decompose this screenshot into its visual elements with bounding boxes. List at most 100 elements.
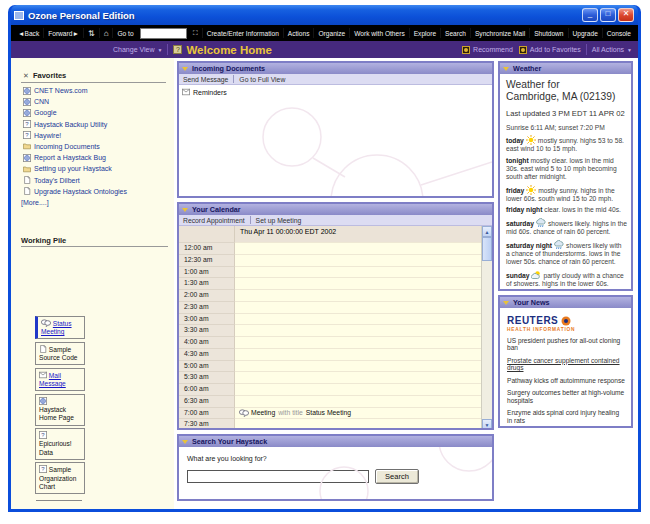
pile-item[interactable]: Mail Message <box>35 368 85 391</box>
toolbar-item[interactable]: Console <box>604 30 634 37</box>
calendar-slot[interactable] <box>235 254 481 266</box>
back-button[interactable]: ◄Back <box>15 30 42 37</box>
calendar-row[interactable]: 1:00 am <box>179 266 481 278</box>
calendar-row[interactable]: 6:00 am <box>179 383 481 395</box>
toolbar-item[interactable]: Organize <box>315 30 348 37</box>
favorite-item[interactable]: Upgrade Haystack Ontologies <box>23 187 174 196</box>
favorite-item[interactable]: CNN <box>23 97 174 106</box>
toolbar-item[interactable]: Synchronize Mail <box>472 30 528 37</box>
toolbar-item[interactable]: Upgrade <box>570 30 601 37</box>
search-header[interactable]: Search Your Haystack <box>179 436 492 447</box>
panel-action[interactable]: Record Appointment <box>183 217 245 224</box>
panel-action[interactable]: Send Message <box>183 76 228 83</box>
favorite-item[interactable]: ?Haywire! <box>23 131 174 140</box>
incoming-documents-header[interactable]: Incoming Documents <box>179 63 492 74</box>
toolbar-item[interactable]: Actions <box>285 30 313 37</box>
refresh-icon[interactable]: ⇅ <box>85 29 98 38</box>
change-view-button[interactable]: Change View▼ <box>113 46 162 53</box>
calendar-slot[interactable] <box>235 395 481 407</box>
calendar-scrollbar[interactable]: ▲ ▼ <box>481 226 492 430</box>
favorite-item[interactable]: Report a Haystack Bug <box>23 153 174 162</box>
news-header[interactable]: Your News <box>500 297 631 308</box>
recommend-button[interactable]: Recommend <box>462 46 513 54</box>
add-to-favorites-button[interactable]: Add to Favorites <box>519 46 581 54</box>
favorite-item[interactable]: Today's Dilbert <box>23 176 174 185</box>
panel-collapse-icon[interactable] <box>503 301 509 305</box>
calendar-row[interactable]: 3:00 am <box>179 313 481 325</box>
toolbar-item[interactable]: Shutdown <box>531 30 566 37</box>
calendar-slot[interactable] <box>235 242 481 254</box>
pile-item[interactable]: Status Meeting <box>35 316 85 339</box>
favorite-item[interactable]: Incoming Documents <box>23 142 174 151</box>
weather-header[interactable]: Weather <box>500 63 631 74</box>
pile-item[interactable]: Haystack Home Page <box>35 394 85 426</box>
calendar-row[interactable]: 4:00 am <box>179 336 481 348</box>
calendar-row[interactable]: 1:30 am <box>179 277 481 289</box>
calendar-slot[interactable] <box>235 383 481 395</box>
calendar-row[interactable]: 2:30 am <box>179 301 481 313</box>
calendar-slot[interactable] <box>235 418 481 430</box>
news-item[interactable]: Pathway kicks off autoimmune response <box>507 377 626 385</box>
calendar-row[interactable]: 7:00 amMeetingwith titleStatus Meeting <box>179 407 481 419</box>
calendar-slot[interactable] <box>235 336 481 348</box>
panel-action[interactable]: Set up Meeting <box>256 217 302 224</box>
calendar-slot[interactable] <box>235 277 481 289</box>
calendar-slot[interactable] <box>235 371 481 383</box>
all-actions-button[interactable]: All Actions▼ <box>592 46 632 53</box>
forward-button[interactable]: Forward► <box>45 30 82 37</box>
panel-collapse-icon[interactable] <box>182 440 188 444</box>
pile-item[interactable]: ? Sample Organization Chart <box>35 462 85 494</box>
calendar-slot[interactable] <box>235 313 481 325</box>
incoming-item[interactable]: Reminders <box>182 88 492 96</box>
calendar-row[interactable]: 12:00 am <box>179 242 481 254</box>
favorites-more-link[interactable]: [More....] <box>21 199 174 206</box>
favorite-item[interactable]: Google <box>23 108 174 117</box>
calendar-header[interactable]: Your Calendar <box>179 204 492 215</box>
panel-collapse-icon[interactable] <box>503 67 509 71</box>
calendar-slot[interactable] <box>235 266 481 278</box>
calendar-row[interactable]: 5:30 am <box>179 371 481 383</box>
calendar-row[interactable]: 3:30 am <box>179 324 481 336</box>
calendar-row[interactable]: 4:30 am <box>179 348 481 360</box>
view-help-icon[interactable]: ? <box>173 45 182 54</box>
scroll-up-icon[interactable]: ▲ <box>482 226 492 237</box>
calendar-slot[interactable] <box>235 289 481 301</box>
news-item[interactable]: Prostate cancer supplement contained dru… <box>507 357 626 373</box>
scroll-down-icon[interactable]: ▼ <box>482 419 492 430</box>
calendar-slot[interactable] <box>235 360 481 372</box>
search-button[interactable]: Search <box>375 469 419 484</box>
news-item[interactable]: Surgery outcomes better at high-volume h… <box>507 389 626 405</box>
home-icon[interactable]: ⌂ <box>101 29 112 38</box>
toolbar-item[interactable]: Search <box>442 30 469 37</box>
panel-collapse-icon[interactable] <box>182 67 188 71</box>
calendar-row[interactable]: 6:30 am <box>179 395 481 407</box>
panel-action[interactable]: Go to Full View <box>239 76 285 83</box>
scroll-thumb[interactable] <box>482 237 492 261</box>
minimize-button[interactable]: _ <box>582 8 598 22</box>
calendar-row[interactable]: 2:00 am <box>179 289 481 301</box>
calendar-slot[interactable] <box>235 348 481 360</box>
favorite-item[interactable]: Setting up your Haystack <box>23 164 174 173</box>
toolbar-item[interactable]: Explore <box>411 30 439 37</box>
search-input[interactable] <box>187 470 369 483</box>
calendar-slot[interactable] <box>235 301 481 313</box>
pile-item[interactable]: Sample Source Code <box>35 342 85 365</box>
goto-input[interactable] <box>140 28 187 39</box>
favorite-item[interactable]: CNET News.com <box>23 86 174 95</box>
collapse-icon[interactable]: ✕ <box>23 72 29 80</box>
calendar-row[interactable]: 12:30 am <box>179 254 481 266</box>
favorite-item[interactable]: ?Haystack Backup Utility <box>23 120 174 129</box>
toolbar-item[interactable]: Work with Others <box>351 30 407 37</box>
go-icon[interactable]: ⛶ <box>190 29 201 37</box>
calendar-row[interactable]: 7:30 am <box>179 418 481 430</box>
panel-collapse-icon[interactable] <box>182 208 188 212</box>
maximize-button[interactable]: □ <box>600 8 616 22</box>
calendar-row[interactable]: 5:00 am <box>179 360 481 372</box>
news-item[interactable]: US president pushes for all-out cloning … <box>507 337 626 353</box>
calendar-slot[interactable] <box>235 324 481 336</box>
close-button[interactable]: ✕ <box>618 8 634 22</box>
toolbar-item[interactable]: Create/Enter Information <box>204 30 282 37</box>
news-item[interactable]: Enzyme aids spinal cord injury healing i… <box>507 409 626 425</box>
calendar-slot[interactable]: Meetingwith titleStatus Meeting <box>235 407 481 419</box>
pile-item[interactable]: ?Epicurious! Data <box>35 428 85 460</box>
